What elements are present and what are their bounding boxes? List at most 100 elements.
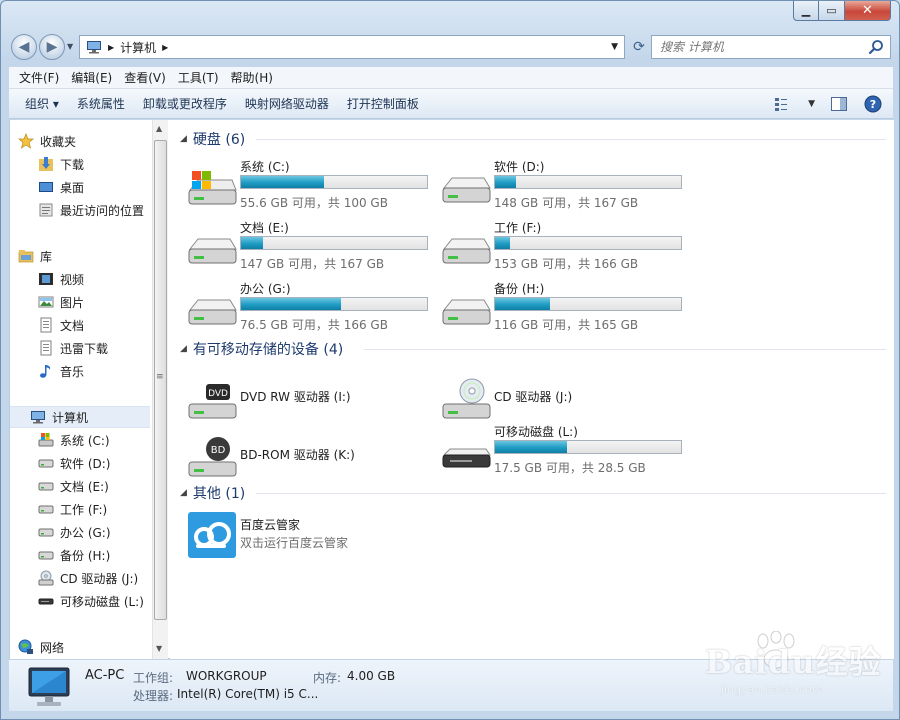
library-icon (18, 250, 34, 263)
device-tile[interactable]: 可移动磁盘 (L:) 17.5 GB 可用，共 28.5 GB (440, 423, 690, 479)
group-removable-storage[interactable]: ◢ 有可移动存储的设备 (4) (180, 339, 343, 359)
bd-badge: BD (211, 445, 226, 456)
map-network-drive-button[interactable]: 映射网络驱动器 (239, 95, 341, 112)
open-control-panel-button[interactable]: 打开控制面板 (341, 95, 431, 112)
device-name: 可移动磁盘 (L:) (494, 425, 578, 439)
menu-view[interactable]: 查看(V) (120, 69, 174, 86)
nav-drive-l[interactable]: 可移动磁盘 (L:) (38, 590, 144, 612)
nav-computer-label: 计算机 (52, 410, 89, 425)
cd-drive-icon (442, 378, 491, 419)
nav-music[interactable]: 音乐 (38, 360, 84, 382)
history-dropdown-icon[interactable]: ▼ (67, 42, 73, 51)
uninstall-program-button[interactable]: 卸载或更改程序 (137, 95, 239, 112)
menu-help[interactable]: 帮助(H) (227, 69, 281, 86)
forward-button[interactable]: ▶ (39, 34, 65, 60)
computer-icon (31, 411, 45, 424)
nav-drive-e[interactable]: 文档 (E:) (38, 475, 109, 497)
nav-drive-g[interactable]: 办公 (G:) (38, 521, 111, 543)
scroll-grip-icon: ≡ (156, 372, 163, 382)
help-icon: ? (864, 95, 882, 113)
memory-value: 4.00 GB (347, 669, 396, 683)
device-tile[interactable]: CD 驱动器 (J:) (440, 370, 690, 426)
content-pane: ◢ 硬盘 (6) 系统 (C:) 55.6 GB 可用，共 100 GB 软件 … (170, 120, 894, 659)
drive-tile[interactable]: 工作 (F:) 153 GB 可用，共 166 GB (440, 219, 690, 275)
organize-button[interactable]: 组织 ▾ (19, 95, 71, 112)
nav-drive-f[interactable]: 工作 (F:) (38, 498, 107, 520)
device-name: CD 驱动器 (J:) (494, 390, 573, 404)
nav-drive-c[interactable]: 系统 (C:) (38, 429, 110, 451)
nav-item-label: 最近访问的位置 (60, 203, 145, 218)
device-tile[interactable]: DVD DVD RW 驱动器 (I:) (186, 370, 436, 426)
group-divider (256, 139, 886, 140)
address-dropdown-icon[interactable]: ▼ (611, 42, 618, 52)
svg-text:?: ? (870, 98, 876, 111)
command-bar-right: ▼ ? (774, 94, 883, 114)
nav-libraries[interactable]: 库 (18, 245, 52, 267)
drive-tile[interactable]: 备份 (H:) 116 GB 可用，共 165 GB (440, 280, 690, 336)
nav-thunder-downloads[interactable]: 迅雷下载 (38, 337, 108, 359)
document-icon (40, 317, 52, 333)
memory-label: 内存: (313, 671, 342, 685)
scroll-up-icon[interactable]: ▲ (156, 124, 162, 133)
minimize-button[interactable]: ▁ (793, 1, 819, 21)
search-icon[interactable] (868, 39, 884, 55)
drive-name: 备份 (H:) (494, 282, 545, 296)
search-input[interactable] (660, 40, 860, 54)
group-hard-disks[interactable]: ◢ 硬盘 (6) (180, 129, 245, 149)
breadcrumb-computer[interactable]: 计算机 (120, 39, 156, 56)
preview-pane-button[interactable] (829, 94, 849, 114)
watermark-brand: Baidu经验 (705, 643, 882, 681)
nav-computer[interactable]: 计算机 (10, 406, 150, 428)
hard-drive-icon (442, 177, 491, 203)
drive-tile[interactable]: 办公 (G:) 76.5 GB 可用，共 166 GB (186, 280, 436, 336)
view-dropdown-icon[interactable]: ▼ (808, 99, 815, 109)
address-bar[interactable]: ▶ 计算机 ▶ ▼ (79, 35, 625, 59)
nav-favorites[interactable]: 收藏夹 (18, 130, 76, 152)
nav-drive-j[interactable]: CD 驱动器 (J:) (38, 567, 138, 589)
nav-documents[interactable]: 文档 (38, 314, 84, 336)
nav-drive-h[interactable]: 备份 (H:) (38, 544, 110, 566)
nav-downloads[interactable]: 下载 (38, 153, 84, 175)
back-button[interactable]: ◀ (11, 34, 37, 60)
drive-tile[interactable]: 文档 (E:) 147 GB 可用，共 167 GB (186, 219, 436, 275)
system-drive-icon (38, 433, 54, 447)
change-view-button[interactable] (774, 94, 794, 114)
group-other[interactable]: ◢ 其他 (1) (180, 483, 245, 503)
nav-network[interactable]: 网络 (18, 636, 64, 658)
drive-tile[interactable]: 软件 (D:) 148 GB 可用，共 167 GB (440, 158, 690, 214)
main-area: 收藏夹 下载 桌面 最近访问的位置 库 视频 图片 文档 迅雷下载 音乐 计算机… (9, 120, 894, 659)
close-button[interactable]: ✕ (845, 1, 891, 21)
refresh-button[interactable]: ⟳ (629, 35, 649, 59)
drive-usage-fill (495, 176, 517, 188)
view-options-icon (775, 98, 788, 111)
drive-usage-fill (241, 176, 324, 188)
dvd-drive-icon: DVD (188, 384, 237, 419)
menu-edit[interactable]: 编辑(E) (67, 69, 120, 86)
nav-item-label: 系统 (C:) (60, 433, 110, 448)
device-tile[interactable]: BD BD-ROM 驱动器 (K:) (186, 428, 436, 484)
drive-name: 工作 (F:) (494, 221, 542, 235)
nav-desktop[interactable]: 桌面 (38, 176, 84, 198)
hard-drive-icon (188, 299, 237, 325)
nav-videos[interactable]: 视频 (38, 268, 84, 290)
hard-drive-icon (442, 238, 491, 264)
help-button[interactable]: ? (863, 94, 883, 114)
maximize-icon: ▭ (826, 4, 837, 17)
nav-drive-d[interactable]: 软件 (D:) (38, 452, 110, 474)
navigation-scrollbar[interactable]: ▲ ≡ ▼ (152, 120, 168, 659)
maximize-button[interactable]: ▭ (819, 1, 845, 21)
nav-pictures[interactable]: 图片 (38, 291, 84, 313)
drive-tile[interactable]: 系统 (C:) 55.6 GB 可用，共 100 GB (186, 158, 436, 214)
hard-drive-icon (38, 528, 54, 537)
baidu-watermark: Baidu经验 jingyan.baidu.com (691, 631, 891, 711)
removable-disk-icon (38, 598, 54, 605)
drive-usage-bar (240, 236, 428, 250)
baidu-cloud-tile[interactable]: 百度云管家 双击运行百度云管家 (186, 512, 436, 568)
drive-usage-fill (495, 298, 551, 310)
menu-tools[interactable]: 工具(T) (174, 69, 227, 86)
download-folder-icon (39, 157, 53, 171)
scroll-down-icon[interactable]: ▼ (156, 644, 162, 653)
system-properties-button[interactable]: 系统属性 (71, 95, 137, 112)
nav-recent-places[interactable]: 最近访问的位置 (38, 199, 144, 221)
menu-file[interactable]: 文件(F) (15, 69, 67, 86)
